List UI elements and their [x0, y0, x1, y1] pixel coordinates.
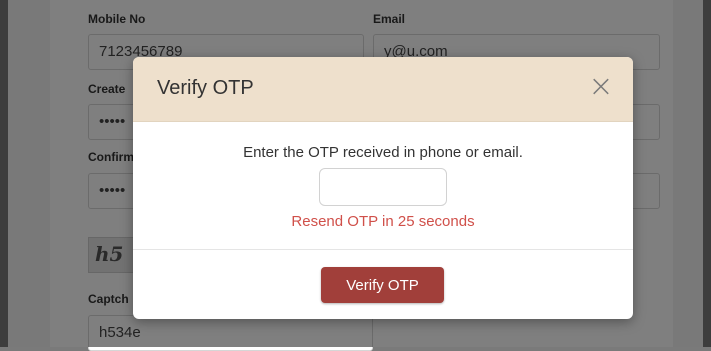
close-icon[interactable]: × [587, 72, 615, 102]
resend-otp-timer: Resend OTP in 25 seconds [291, 213, 475, 230]
modal-header: Verify OTP × [133, 57, 633, 122]
verify-otp-button[interactable]: Verify OTP [321, 267, 444, 303]
otp-input[interactable] [319, 168, 447, 206]
otp-prompt: Enter the OTP received in phone or email… [243, 144, 523, 161]
verify-otp-modal: Verify OTP × Enter the OTP received in p… [133, 57, 633, 319]
modal-footer: Verify OTP [133, 250, 633, 319]
modal-body: Enter the OTP received in phone or email… [133, 122, 633, 250]
modal-title: Verify OTP [157, 77, 254, 99]
